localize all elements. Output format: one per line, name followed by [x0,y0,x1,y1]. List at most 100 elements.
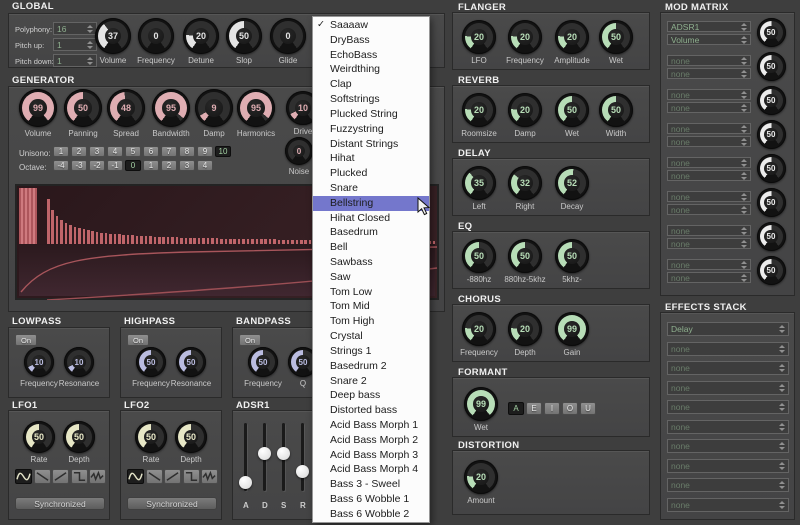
effects-stack-slot-1[interactable]: Delay [667,322,789,336]
menu-item-distorted-bass[interactable]: Distorted bass [313,403,429,418]
unisono-button-8[interactable]: 8 [179,146,195,157]
unisono-button-10[interactable]: 10 [215,146,231,157]
slider-handle[interactable] [258,447,271,460]
amplitude-knob[interactable]: 20 [555,20,589,54]
frequency-knob[interactable]: 0 [138,18,174,54]
mod-source-select-7[interactable]: none [667,225,751,236]
menu-item-drybass[interactable]: DryBass [313,33,429,48]
ramp-up-wave-button[interactable] [52,469,69,484]
wet-knob[interactable]: 50 [599,20,633,54]
detune-knob[interactable]: 20 [183,18,219,54]
damp-knob[interactable]: 20 [508,93,542,127]
mod-amount-knob-8[interactable]: 50 [757,256,786,285]
lowpass-on-button[interactable]: On [15,334,37,346]
sine-wave-button[interactable] [15,469,32,484]
lfo1-synchronized-button[interactable]: Synchronized [15,497,105,510]
effects-stack-slot-10[interactable]: none [667,498,789,512]
spread-knob[interactable]: 48 [107,89,145,127]
bandpass-on-button[interactable]: On [239,334,261,346]
menu-item-saaaaw[interactable]: ✓Saaaaw [313,18,429,33]
octave-button-4[interactable]: -4 [53,160,69,171]
menu-item-basedrum[interactable]: Basedrum [313,225,429,240]
octave-button-4[interactable]: 4 [197,160,213,171]
menu-item-acid-bass-morph-1[interactable]: Acid Bass Morph 1 [313,418,429,433]
frequency-knob[interactable]: 20 [462,312,496,346]
menu-item-snare[interactable]: Snare [313,181,429,196]
mod-amount-knob-5[interactable]: 50 [757,154,786,183]
decay-knob[interactable]: 52 [555,166,589,200]
vowel-button-i[interactable]: I [544,402,560,415]
mod-source-select-3[interactable]: none [667,89,751,100]
vowel-button-a[interactable]: A [508,402,524,415]
unisono-button-4[interactable]: 4 [107,146,123,157]
mod-target-select-8[interactable]: none [667,272,751,283]
menu-item-bellstring[interactable]: Bellstring [313,196,429,211]
octave-button-0[interactable]: 0 [125,160,141,171]
left-knob[interactable]: 35 [462,166,496,200]
mod-source-select-1[interactable]: ADSR1 [667,21,751,32]
s-slider[interactable] [277,423,290,504]
mod-target-select-6[interactable]: none [667,204,751,215]
gain-knob[interactable]: 99 [555,312,589,346]
octave-button-1[interactable]: 1 [143,160,159,171]
volume-knob[interactable]: 99 [19,89,57,127]
menu-item-echobass[interactable]: EchoBass [313,48,429,63]
effects-stack-slot-4[interactable]: none [667,381,789,395]
glide-knob[interactable]: 0 [270,18,306,54]
mod-target-select-5[interactable]: none [667,170,751,181]
menu-item-distant-strings[interactable]: Distant Strings [313,137,429,152]
d-slider[interactable] [258,423,271,504]
mod-source-select-6[interactable]: none [667,191,751,202]
vowel-button-o[interactable]: O [562,402,578,415]
frequency-knob[interactable]: 10 [24,347,54,377]
noise-wave-button[interactable] [89,469,106,484]
rate-knob[interactable]: 50 [135,421,167,453]
ramp-down-wave-button[interactable] [146,469,163,484]
menu-item-acid-bass-morph-2[interactable]: Acid Bass Morph 2 [313,433,429,448]
mod-target-select-7[interactable]: none [667,238,751,249]
menu-item-acid-bass-morph-4[interactable]: Acid Bass Morph 4 [313,462,429,477]
r-slider[interactable] [296,423,309,504]
mod-source-select-5[interactable]: none [667,157,751,168]
resonance-knob[interactable]: 10 [64,347,94,377]
menu-item-tom-low[interactable]: Tom Low [313,285,429,300]
unisono-button-6[interactable]: 6 [143,146,159,157]
volume-knob[interactable]: 37 [95,18,131,54]
effects-stack-slot-6[interactable]: none [667,420,789,434]
menu-item-bell[interactable]: Bell [313,240,429,255]
harmonics-knob[interactable]: 95 [237,89,275,127]
unisono-button-7[interactable]: 7 [161,146,177,157]
menu-item-bass-3-sweel[interactable]: Bass 3 - Sweel [313,477,429,492]
roomsize-knob[interactable]: 20 [462,93,496,127]
highpass-on-button[interactable]: On [127,334,149,346]
slider-handle[interactable] [296,465,309,478]
noise-wave-button[interactable] [201,469,218,484]
octave-button-2[interactable]: 2 [161,160,177,171]
rate-knob[interactable]: 50 [23,421,55,453]
mod-source-select-2[interactable]: none [667,55,751,66]
octave-button-3[interactable]: 3 [179,160,195,171]
frequency-knob[interactable]: 20 [508,20,542,54]
effects-stack-slot-8[interactable]: none [667,459,789,473]
menu-item-hihat-closed[interactable]: Hihat Closed [313,211,429,226]
menu-item-deep-bass[interactable]: Deep bass [313,388,429,403]
frequency-knob[interactable]: 50 [136,347,166,377]
menu-item-crystal[interactable]: Crystal [313,329,429,344]
menu-item-tom-high[interactable]: Tom High [313,314,429,329]
effects-stack-slot-2[interactable]: none [667,342,789,356]
depth-knob[interactable]: 50 [63,421,95,453]
slider-handle[interactable] [239,476,252,489]
menu-item-plucked-string[interactable]: Plucked String [313,107,429,122]
square-wave-button[interactable] [183,469,200,484]
menu-item-tom-mid[interactable]: Tom Mid [313,299,429,314]
unisono-button-3[interactable]: 3 [89,146,105,157]
menu-item-saw[interactable]: Saw [313,270,429,285]
unisono-button-9[interactable]: 9 [197,146,213,157]
unisono-button-5[interactable]: 5 [125,146,141,157]
menu-item-clap[interactable]: Clap [313,77,429,92]
menu-item-sawbass[interactable]: Sawbass [313,255,429,270]
vowel-button-u[interactable]: U [580,402,596,415]
panning-knob[interactable]: 50 [64,89,102,127]
mod-amount-knob-6[interactable]: 50 [757,188,786,217]
5khz-knob[interactable]: 50 [555,239,589,273]
